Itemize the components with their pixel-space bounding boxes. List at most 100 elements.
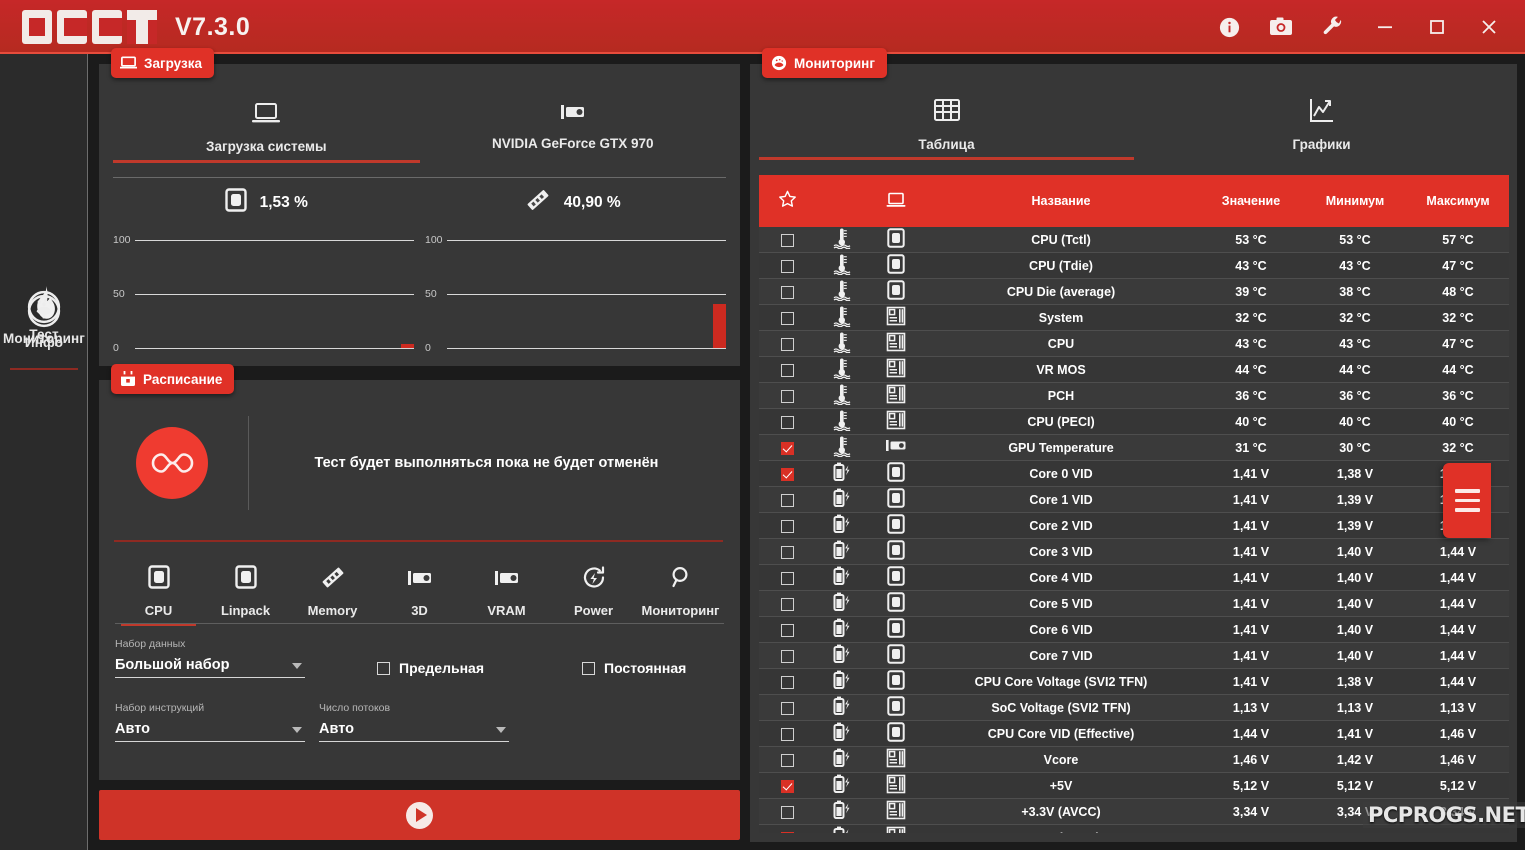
table-row[interactable]: GPU Temperature 31 °C 30 °C 32 °C (759, 434, 1509, 461)
row-favorite-checkbox[interactable] (780, 649, 794, 663)
table-row[interactable]: SoC Voltage (SVI2 TFN) 1,13 V 1,13 V 1,13 V (759, 694, 1509, 721)
monitoring-tab-table[interactable]: Таблица (759, 96, 1134, 160)
table-row[interactable]: +5V 5,12 V 5,12 V 5,12 V (759, 772, 1509, 799)
start-test-button[interactable] (99, 790, 740, 840)
table-row[interactable]: CPU Core VID (Effective) 1,44 V 1,41 V 1,46… (759, 720, 1509, 747)
device-tab-gpu[interactable]: NVIDIA GeForce GTX 970 (420, 102, 727, 163)
column-favorite[interactable] (759, 175, 815, 227)
row-favorite-checkbox[interactable] (780, 285, 794, 299)
test-tab-power[interactable]: Power (550, 565, 637, 626)
row-favorite-cell[interactable] (759, 304, 815, 331)
row-favorite-cell[interactable] (759, 227, 815, 253)
table-row[interactable]: Core 6 VID 1,41 V 1,40 V 1,44 V (759, 616, 1509, 643)
thread-count-select[interactable]: Авто (319, 716, 509, 742)
checkbox-extreme[interactable]: Предельная (377, 660, 484, 676)
row-favorite-cell[interactable] (759, 460, 815, 487)
row-favorite-cell[interactable] (759, 720, 815, 747)
device-tab-system[interactable]: Загрузка системы (113, 102, 420, 163)
test-tab-3d[interactable]: 3D (376, 565, 463, 626)
column-sensor-type[interactable] (815, 175, 869, 227)
row-favorite-cell[interactable] (759, 486, 815, 513)
row-favorite-checkbox[interactable] (780, 597, 794, 611)
table-row[interactable]: Core 0 VID1,41 V1,38 V1,44 V (759, 460, 1509, 487)
checkbox-constant-box[interactable] (582, 661, 595, 675)
row-favorite-checkbox[interactable] (780, 441, 794, 455)
row-favorite-cell[interactable] (759, 538, 815, 565)
row-favorite-checkbox[interactable] (780, 363, 794, 377)
table-row[interactable]: CPU 43 °C 43 °C 47 °C (759, 330, 1509, 357)
table-row[interactable]: CPU (Tdie) 43 °C 43 °C 47 °C (759, 252, 1509, 279)
table-row[interactable]: PCH 36 °C 36 °C 36 °C (759, 382, 1509, 409)
row-favorite-checkbox[interactable] (780, 623, 794, 637)
checkbox-constant[interactable]: Постоянная (582, 660, 686, 676)
row-favorite-cell[interactable] (759, 824, 815, 833)
table-row[interactable]: CPU Die (average) 39 °C 38 °C 48 °C (759, 278, 1509, 305)
row-favorite-checkbox[interactable] (780, 415, 794, 429)
table-row[interactable]: Core 3 VID 1,41 V 1,40 V 1,44 V (759, 538, 1509, 565)
table-row[interactable]: Core 7 VID 1,41 V 1,40 V 1,44 V (759, 642, 1509, 669)
row-favorite-checkbox[interactable] (780, 753, 794, 767)
row-favorite-cell[interactable] (759, 382, 815, 409)
column-min[interactable]: Минимум (1303, 175, 1407, 227)
instruction-set-select[interactable]: Авто (115, 716, 305, 742)
row-favorite-checkbox[interactable] (780, 831, 794, 833)
row-favorite-cell[interactable] (759, 746, 815, 773)
minimize-icon[interactable] (1359, 0, 1411, 54)
table-row[interactable]: CPU (PECI) 40 °C 40 °C 40 °C (759, 408, 1509, 435)
row-favorite-cell[interactable] (759, 408, 815, 435)
row-favorite-checkbox[interactable] (780, 519, 794, 533)
wrench-icon[interactable] (1307, 0, 1359, 54)
checkbox-extreme-box[interactable] (377, 661, 390, 675)
row-favorite-checkbox[interactable] (780, 701, 794, 715)
row-favorite-checkbox[interactable] (780, 337, 794, 351)
row-favorite-checkbox[interactable] (780, 675, 794, 689)
dataset-select[interactable]: Большой набор (115, 652, 305, 678)
row-favorite-checkbox[interactable] (780, 545, 794, 559)
row-favorite-checkbox[interactable] (780, 259, 794, 273)
table-row[interactable]: Core 5 VID 1,41 V 1,40 V 1,44 V (759, 590, 1509, 617)
table-row[interactable]: Core 1 VID1,41 V1,39 V1,44 V (759, 486, 1509, 513)
info-icon[interactable] (1203, 0, 1255, 54)
table-row[interactable]: Vcore 1,46 V 1,42 V 1,46 V (759, 746, 1509, 773)
monitoring-tab-graphs[interactable]: Графики (1134, 96, 1509, 160)
row-favorite-cell[interactable] (759, 356, 815, 383)
table-row[interactable]: CPU (Tctl) 53 °C 53 °C 57 °C (759, 227, 1509, 253)
row-favorite-checkbox[interactable] (780, 493, 794, 507)
row-favorite-checkbox[interactable] (780, 779, 794, 793)
camera-icon[interactable] (1255, 0, 1307, 54)
row-favorite-cell[interactable] (759, 278, 815, 305)
sidebar-item-info[interactable]: Инфо (0, 266, 88, 378)
row-favorite-checkbox[interactable] (780, 311, 794, 325)
row-favorite-checkbox[interactable] (780, 233, 794, 247)
column-max[interactable]: Максимум (1407, 175, 1509, 227)
test-tab-linpack[interactable]: Linpack (202, 565, 289, 626)
monitoring-menu-fab[interactable] (1443, 463, 1491, 538)
test-tab-monitoring[interactable]: Мониторинг (637, 565, 724, 626)
row-favorite-checkbox[interactable] (780, 805, 794, 819)
column-name[interactable]: Название (923, 175, 1199, 227)
row-favorite-checkbox[interactable] (780, 389, 794, 403)
row-favorite-checkbox[interactable] (780, 467, 794, 481)
column-value[interactable]: Значение (1199, 175, 1303, 227)
table-row[interactable]: VR MOS 44 °C 44 °C 44 °C (759, 356, 1509, 383)
row-favorite-cell[interactable] (759, 668, 815, 695)
maximize-icon[interactable] (1411, 0, 1463, 54)
test-tab-vram[interactable]: VRAM (463, 565, 550, 626)
row-favorite-checkbox[interactable] (780, 727, 794, 741)
table-row[interactable]: CPU Core Voltage (SVI2 TFN) 1,41 V 1,38 V1… (759, 668, 1509, 695)
test-tab-cpu[interactable]: CPU (115, 565, 202, 626)
row-favorite-cell[interactable] (759, 330, 815, 357)
row-favorite-cell[interactable] (759, 512, 815, 539)
row-favorite-cell[interactable] (759, 694, 815, 721)
table-row[interactable]: Core 2 VID1,41 V1,39 V1,44 V (759, 512, 1509, 539)
row-favorite-cell[interactable] (759, 564, 815, 591)
close-icon[interactable] (1463, 0, 1515, 54)
row-favorite-cell[interactable] (759, 616, 815, 643)
row-favorite-checkbox[interactable] (780, 571, 794, 585)
table-row[interactable]: System 32 °C 32 °C 32 °C (759, 304, 1509, 331)
test-tab-memory[interactable]: Memory (289, 565, 376, 626)
column-source[interactable] (869, 175, 923, 227)
row-favorite-cell[interactable] (759, 772, 815, 799)
row-favorite-cell[interactable] (759, 642, 815, 669)
row-favorite-cell[interactable] (759, 798, 815, 825)
